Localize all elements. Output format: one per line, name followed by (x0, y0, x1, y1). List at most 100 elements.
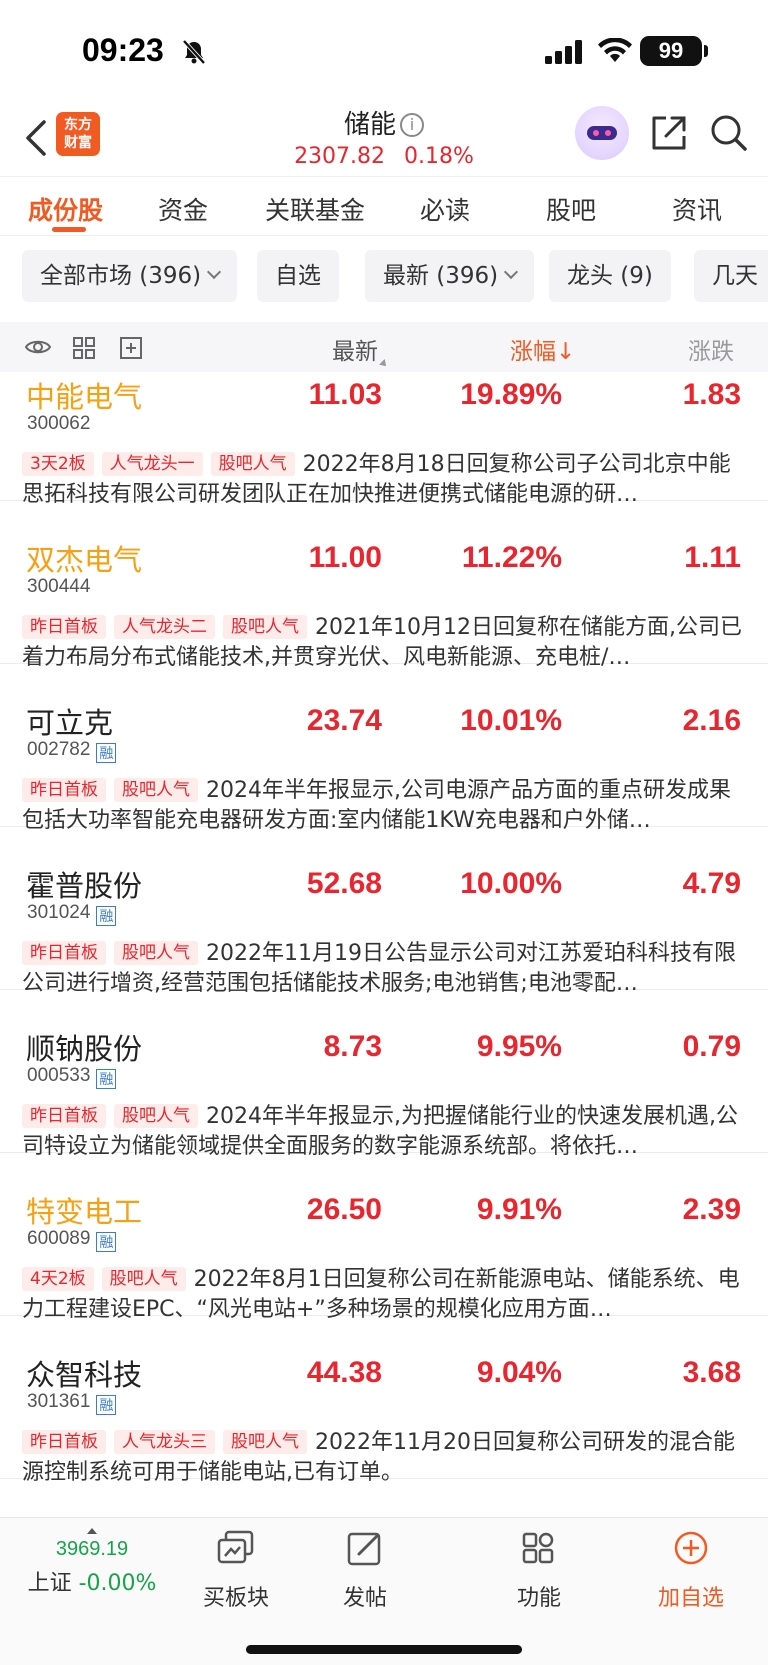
battery-tip (704, 45, 708, 57)
tab-forum[interactable]: 股吧 (546, 191, 596, 227)
sector-name: 储能 (343, 110, 396, 140)
stock-list: 中能电气 300062 11.03 19.89% 1.83 3天2板 人气龙头一 股吧人气 20… (0, 372, 768, 1517)
sector-index-value: 2307.82 (294, 144, 386, 169)
stock-code-value: 300444 (27, 576, 91, 597)
stock-code-value: 000533 (27, 1065, 91, 1086)
stock-price: 11.00 (308, 541, 382, 574)
ai-assistant-icon[interactable] (575, 106, 629, 160)
stock-change-pct: 11.22% (461, 541, 562, 574)
shanghai-index-value: 3969.19 (55, 1538, 129, 1560)
stock-change: 4.79 (682, 867, 741, 900)
buy-sector-button[interactable]: 买板块 (186, 1528, 286, 1612)
stock-change: 0.79 (682, 1030, 741, 1063)
add-column-icon[interactable] (119, 336, 143, 360)
stock-tag: 昨日首板 (22, 778, 106, 802)
stock-name: 中能电气 (26, 380, 143, 414)
filter-all-markets-label: 全部市场 (396) (40, 263, 202, 289)
stock-code-value: 301024 (27, 902, 91, 923)
stock-row[interactable]: 霍普股份 301024 融 52.68 10.00% 4.79 昨日首板 股吧人气 2022年1… (0, 827, 768, 996)
filter-leaders[interactable]: 龙头 (9) (549, 250, 671, 302)
stock-code: 300062 (27, 413, 90, 435)
stock-code: 600089 融 (27, 1228, 117, 1252)
stock-code: 301361 融 (27, 1391, 117, 1415)
status-bar: 09:23 99 (0, 0, 768, 100)
column-change-pct[interactable]: 涨幅↓ (510, 332, 575, 366)
stock-price: 23.74 (306, 704, 382, 737)
search-icon[interactable] (710, 114, 748, 152)
stock-change-pct: 10.01% (460, 704, 562, 737)
expand-up-icon (87, 1528, 97, 1534)
info-icon[interactable]: i (400, 113, 424, 137)
add-to-watchlist-label: 加自选 (657, 1586, 724, 1611)
stock-change: 1.83 (682, 378, 741, 411)
stock-name: 特变电工 (26, 1195, 143, 1229)
functions-button[interactable]: 功能 (489, 1528, 589, 1612)
sort-indicator-icon (379, 359, 389, 369)
filter-days[interactable]: 几天 (694, 250, 768, 302)
stock-code-value: 300062 (27, 413, 91, 434)
stock-change-pct: 9.95% (476, 1030, 562, 1063)
grid-view-icon[interactable] (72, 336, 96, 360)
stock-tag: 昨日首板 (22, 1104, 106, 1128)
sector-index-change: 0.18% (404, 144, 474, 169)
status-time: 09:23 (82, 32, 164, 68)
stock-code: 000533 融 (27, 1065, 117, 1089)
functions-label: 功能 (516, 1586, 561, 1611)
stock-change: 1.11 (684, 541, 741, 574)
stock-row[interactable]: 特变电工 600089 融 26.50 9.91% 2.39 4天2板 股吧人气 2022年8月… (0, 1153, 768, 1322)
stock-change: 3.68 (682, 1356, 741, 1389)
stock-code: 300444 (27, 576, 90, 598)
page-header: 东方 财富 储能 i 2307.82 0.18% (0, 100, 768, 176)
add-circle-icon (674, 1531, 708, 1565)
add-to-watchlist-button[interactable]: 加自选 (641, 1528, 741, 1612)
stock-code: 002782 融 (27, 739, 117, 763)
share-icon[interactable] (650, 114, 688, 152)
column-change-pct-label: 涨幅 (510, 339, 556, 365)
tab-must-read[interactable]: 必读 (420, 191, 470, 227)
stock-price: 52.68 (306, 867, 382, 900)
filter-latest-label: 最新 (396) (383, 263, 499, 289)
wifi-icon (598, 38, 632, 62)
stock-change: 2.16 (682, 704, 741, 737)
margin-trading-badge: 融 (96, 1232, 117, 1252)
post-label: 发帖 (342, 1586, 387, 1611)
shanghai-index-widget[interactable]: 3969.19 上证 -0.00% (22, 1528, 162, 1597)
battery-indicator: 99 (640, 36, 702, 66)
stock-row[interactable]: 可立克 002782 融 23.74 10.01% 2.16 昨日首板 股吧人气 2024年半年… (0, 664, 768, 833)
tab-news[interactable]: 资讯 (672, 191, 722, 227)
stock-tag: 昨日首板 (22, 615, 106, 639)
functions-grid-icon (522, 1532, 554, 1564)
stock-row[interactable]: 顺钠股份 000533 融 8.73 9.95% 0.79 昨日首板 股吧人气 2024年半年报… (0, 990, 768, 1159)
home-indicator[interactable] (246, 1645, 522, 1654)
post-button[interactable]: 发帖 (315, 1528, 415, 1612)
stock-price: 26.50 (306, 1193, 382, 1226)
stock-tag: 3天2板 (22, 452, 94, 476)
stock-row[interactable]: 双杰电气 300444 11.00 11.22% 1.11 昨日首板 人气龙头二 股吧人气 20… (0, 501, 768, 670)
tab-funds-flow[interactable]: 资金 (158, 191, 208, 227)
stock-tag: 人气龙头三 (114, 1430, 215, 1454)
column-change[interactable]: 涨跌 (688, 332, 734, 366)
filter-watchlist[interactable]: 自选 (257, 250, 339, 302)
filter-latest[interactable]: 最新 (396) (365, 250, 535, 302)
stock-code-value: 301361 (27, 1391, 91, 1412)
stock-row[interactable]: 中能电气 300062 11.03 19.89% 1.83 3天2板 人气龙头一 股吧人气 20… (0, 372, 768, 507)
stock-name: 众智科技 (26, 1358, 143, 1392)
filter-leaders-label: 龙头 (9) (567, 263, 653, 289)
edit-post-icon (347, 1532, 381, 1566)
stock-change-pct: 9.91% (476, 1193, 562, 1226)
column-latest[interactable]: 最新 (332, 332, 389, 369)
filter-all-markets[interactable]: 全部市场 (396) (22, 250, 238, 302)
stock-name: 顺钠股份 (26, 1032, 143, 1066)
robot-eye-right (605, 130, 611, 136)
stock-code-value: 002782 (27, 739, 91, 760)
stock-row[interactable]: 众智科技 301361 融 44.38 9.04% 3.68 昨日首板 人气龙头三 股吧人气 20… (0, 1316, 768, 1485)
tab-related-funds[interactable]: 关联基金 (265, 191, 365, 227)
tab-constituents[interactable]: 成份股 (28, 191, 103, 227)
cellular-signal-icon (545, 40, 582, 64)
eye-icon[interactable] (24, 336, 52, 358)
margin-trading-badge: 融 (96, 743, 117, 763)
stock-change-pct: 9.04% (476, 1356, 562, 1389)
stock-tag: 股吧人气 (210, 452, 295, 476)
tab-bar: 成份股 资金 关联基金 必读 股吧 资讯 (0, 176, 768, 236)
stock-tag: 昨日首板 (22, 1430, 106, 1454)
